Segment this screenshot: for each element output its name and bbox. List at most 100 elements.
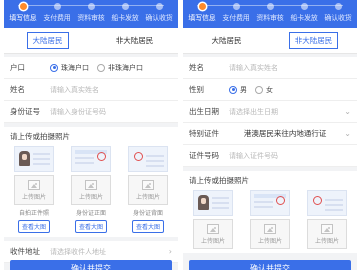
name-input[interactable]: 请输入真实姓名: [229, 63, 351, 73]
step-dot-icon: [232, 3, 240, 10]
photo-upload-section: 请上传或拍摄照片 上传图片 自拍正件照 查看大图 上传图片 身份证正面 查看大图…: [4, 127, 178, 237]
view-large-button[interactable]: 查看大图: [74, 220, 107, 233]
birth-date-label: 出生日期: [189, 107, 219, 116]
tab-non-mainland-resident[interactable]: 非大陆居民: [270, 28, 357, 53]
radio-zhuhai-hukou[interactable]: 珠海户口: [50, 63, 89, 73]
step-fill-info: 填写信息: [6, 3, 40, 23]
step-dot-icon: [334, 3, 342, 10]
progress-steps: 填写信息 支付费用 资料审核 船卡发放 确认收货: [183, 0, 357, 28]
image-placeholder-icon: [207, 223, 219, 234]
gender-row: 性别 男 女: [183, 79, 357, 101]
birth-date-input[interactable]: 请选择出生日期: [229, 107, 341, 117]
upload-photo-button[interactable]: 上传图片: [193, 219, 233, 249]
step-pay-fee: 支付费用: [219, 3, 253, 23]
id-number-label: 身份证号: [10, 107, 40, 116]
step-card-issue: 船卡发放: [108, 3, 142, 23]
name-input[interactable]: 请输入真实姓名: [50, 85, 172, 95]
radio-non-zhuhai-hukou[interactable]: 非珠海户口: [97, 63, 143, 73]
basic-info-form: 户口 珠海户口 非珠海户口 姓名 请输入真实姓名 身份证号 请输入身份证号码: [4, 57, 178, 123]
image-placeholder-icon: [321, 223, 333, 234]
sample-id-front-image: [71, 146, 111, 172]
id-number-row: 身份证号 请输入身份证号码: [4, 101, 178, 123]
tab-label: 大陆居民: [26, 32, 69, 49]
radio-checked-icon: [229, 85, 237, 94]
mainland-resident-form-panel: 填写信息 支付费用 资料审核 船卡发放 确认收货 大陆居民 非大陆居民 户口 珠…: [4, 0, 178, 270]
birth-date-row[interactable]: 出生日期 请选择出生日期 ⌄: [183, 101, 357, 123]
text-line: [254, 206, 273, 208]
special-cert-select[interactable]: 港澳居民来往内地通行证: [229, 128, 341, 139]
step-review: 资料审核: [74, 3, 108, 23]
step-dot-icon: [266, 3, 274, 10]
tab-mainland-resident[interactable]: 大陆居民: [4, 28, 91, 53]
address-input[interactable]: 请选择收件人地址: [50, 247, 166, 257]
hukou-label: 户口: [10, 63, 25, 72]
upload-cell-selfie: 上传图片: [189, 190, 237, 249]
radio-label: 男: [240, 85, 247, 94]
radio-male[interactable]: 男: [229, 85, 247, 95]
non-mainland-resident-form-panel: 填写信息 支付费用 资料审核 船卡发放 确认收货 大陆居民 非大陆居民 姓名 请…: [183, 0, 357, 270]
view-large-button[interactable]: 查看大图: [17, 220, 50, 233]
text-line: [212, 197, 229, 199]
radio-female[interactable]: 女: [255, 85, 273, 95]
sample-cert-front-image: [250, 190, 290, 216]
upload-label: 上传图片: [257, 237, 282, 245]
text-line: [146, 160, 164, 162]
submit-button[interactable]: 确认并提交: [189, 260, 351, 270]
text-line: [254, 201, 273, 203]
name-row: 姓名 请输入真实姓名: [183, 57, 357, 79]
step-label: 支付费用: [43, 14, 71, 22]
special-cert-label: 特别证件: [189, 129, 219, 138]
text-line: [33, 158, 50, 160]
sample-selfie-image: [193, 190, 233, 216]
upload-cell-selfie: 上传图片 自拍正件照 查看大图: [10, 146, 58, 233]
view-large-button[interactable]: 查看大图: [131, 220, 164, 233]
tab-mainland-resident[interactable]: 大陆居民: [183, 28, 270, 53]
upload-cell-cert-back: 上传图片: [303, 190, 351, 249]
special-cert-row[interactable]: 特别证件 港澳居民来往内地通行证 ⌄: [183, 123, 357, 145]
upload-label: 上传图片: [135, 193, 160, 201]
image-placeholder-icon: [264, 223, 276, 234]
step-dot-icon: [19, 3, 27, 10]
text-line: [325, 204, 343, 206]
upload-photo-button[interactable]: 上传图片: [71, 175, 111, 205]
cert-number-input[interactable]: 请输入证件号码: [229, 151, 351, 161]
cert-number-row: 证件号码 请输入证件号码: [183, 145, 357, 167]
sample-selfie-image: [14, 146, 54, 172]
upload-cell-id-front: 上传图片 身份证正面 查看大图: [67, 146, 115, 233]
radio-label: 珠海户口: [61, 63, 89, 72]
upload-caption: 身份证背面: [132, 210, 163, 217]
text-line: [325, 209, 343, 211]
name-label: 姓名: [189, 63, 204, 72]
radio-label: 非珠海户口: [108, 63, 143, 72]
upload-photo-button[interactable]: 上传图片: [250, 219, 290, 249]
emblem-icon: [313, 196, 322, 205]
text-line: [212, 202, 229, 204]
upload-grid: 上传图片 自拍正件照 查看大图 上传图片 身份证正面 查看大图 上传图片 身份证…: [10, 146, 172, 233]
image-placeholder-icon: [142, 179, 154, 190]
image-placeholder-icon: [85, 179, 97, 190]
id-stamp-icon: [97, 152, 106, 161]
upload-photo-button[interactable]: 上传图片: [128, 175, 168, 205]
upload-grid: 上传图片 上传图片 上传图片: [189, 190, 351, 249]
upload-title: 请上传或拍摄照片: [189, 176, 249, 185]
step-label: 支付费用: [222, 14, 250, 22]
step-label: 确认收货: [145, 14, 173, 22]
step-label: 船卡发放: [111, 14, 139, 22]
emblem-icon: [134, 152, 143, 161]
screenshot-root: 填写信息 支付费用 资料审核 船卡发放 确认收货 大陆居民 非大陆居民 户口 珠…: [0, 0, 360, 270]
step-dot-icon: [198, 3, 206, 10]
sample-id-back-image: [128, 146, 168, 172]
address-label: 收件地址: [10, 247, 40, 256]
tab-non-mainland-resident[interactable]: 非大陆居民: [91, 28, 178, 53]
step-pay-fee: 支付费用: [40, 3, 74, 23]
step-label: 资料审核: [77, 14, 105, 22]
text-line: [146, 155, 164, 157]
upload-photo-button[interactable]: 上传图片: [307, 219, 347, 249]
id-number-input[interactable]: 请输入身份证号码: [50, 107, 172, 117]
step-confirm-receipt: 确认收货: [142, 3, 176, 23]
name-label: 姓名: [10, 85, 25, 94]
step-card-issue: 船卡发放: [287, 3, 321, 23]
submit-button[interactable]: 确认并提交: [10, 260, 172, 270]
resident-type-tabs: 大陆居民 非大陆居民: [183, 28, 357, 54]
upload-photo-button[interactable]: 上传图片: [14, 175, 54, 205]
